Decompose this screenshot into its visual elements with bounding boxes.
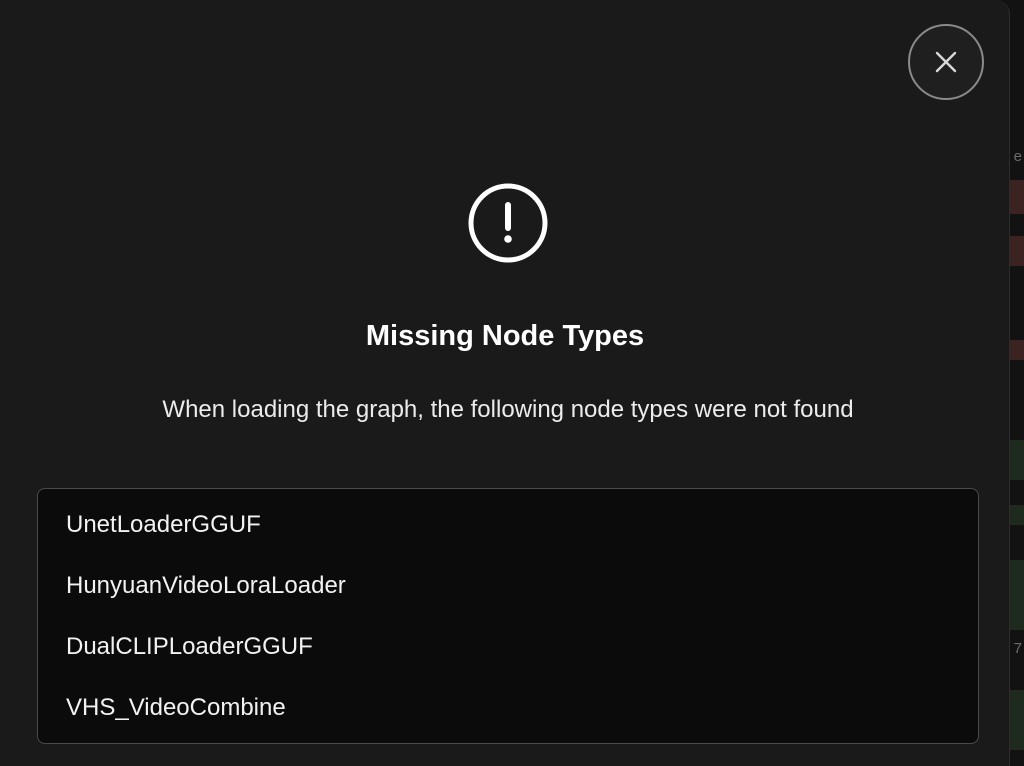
- background-node-strip: [1010, 180, 1024, 214]
- background-node-strip: [1010, 560, 1024, 630]
- close-icon: [935, 51, 957, 73]
- background-node-strip: [1010, 340, 1024, 360]
- missing-nodes-list: UnetLoaderGGUF HunyuanVideoLoraLoader Du…: [37, 488, 979, 744]
- list-item: DualCLIPLoaderGGUF: [66, 633, 313, 660]
- background-glyph: e: [1013, 148, 1022, 165]
- background-glyph: 7: [1013, 640, 1022, 657]
- list-item: HunyuanVideoLoraLoader: [66, 572, 346, 599]
- dialog-title: Missing Node Types: [365, 320, 645, 352]
- background-node-strip: [1010, 690, 1024, 750]
- list-item: UnetLoaderGGUF: [66, 511, 261, 538]
- list-item: VHS_VideoCombine: [66, 694, 286, 721]
- exclamation-circle-icon: [468, 183, 548, 263]
- missing-node-types-dialog: Missing Node Types When loading the grap…: [0, 0, 1010, 766]
- background-node-strip: [1010, 440, 1024, 480]
- close-button[interactable]: [908, 24, 984, 100]
- dialog-message: When loading the graph, the following no…: [162, 396, 854, 423]
- background-node-strip: [1010, 505, 1024, 525]
- background-node-strip: [1010, 236, 1024, 266]
